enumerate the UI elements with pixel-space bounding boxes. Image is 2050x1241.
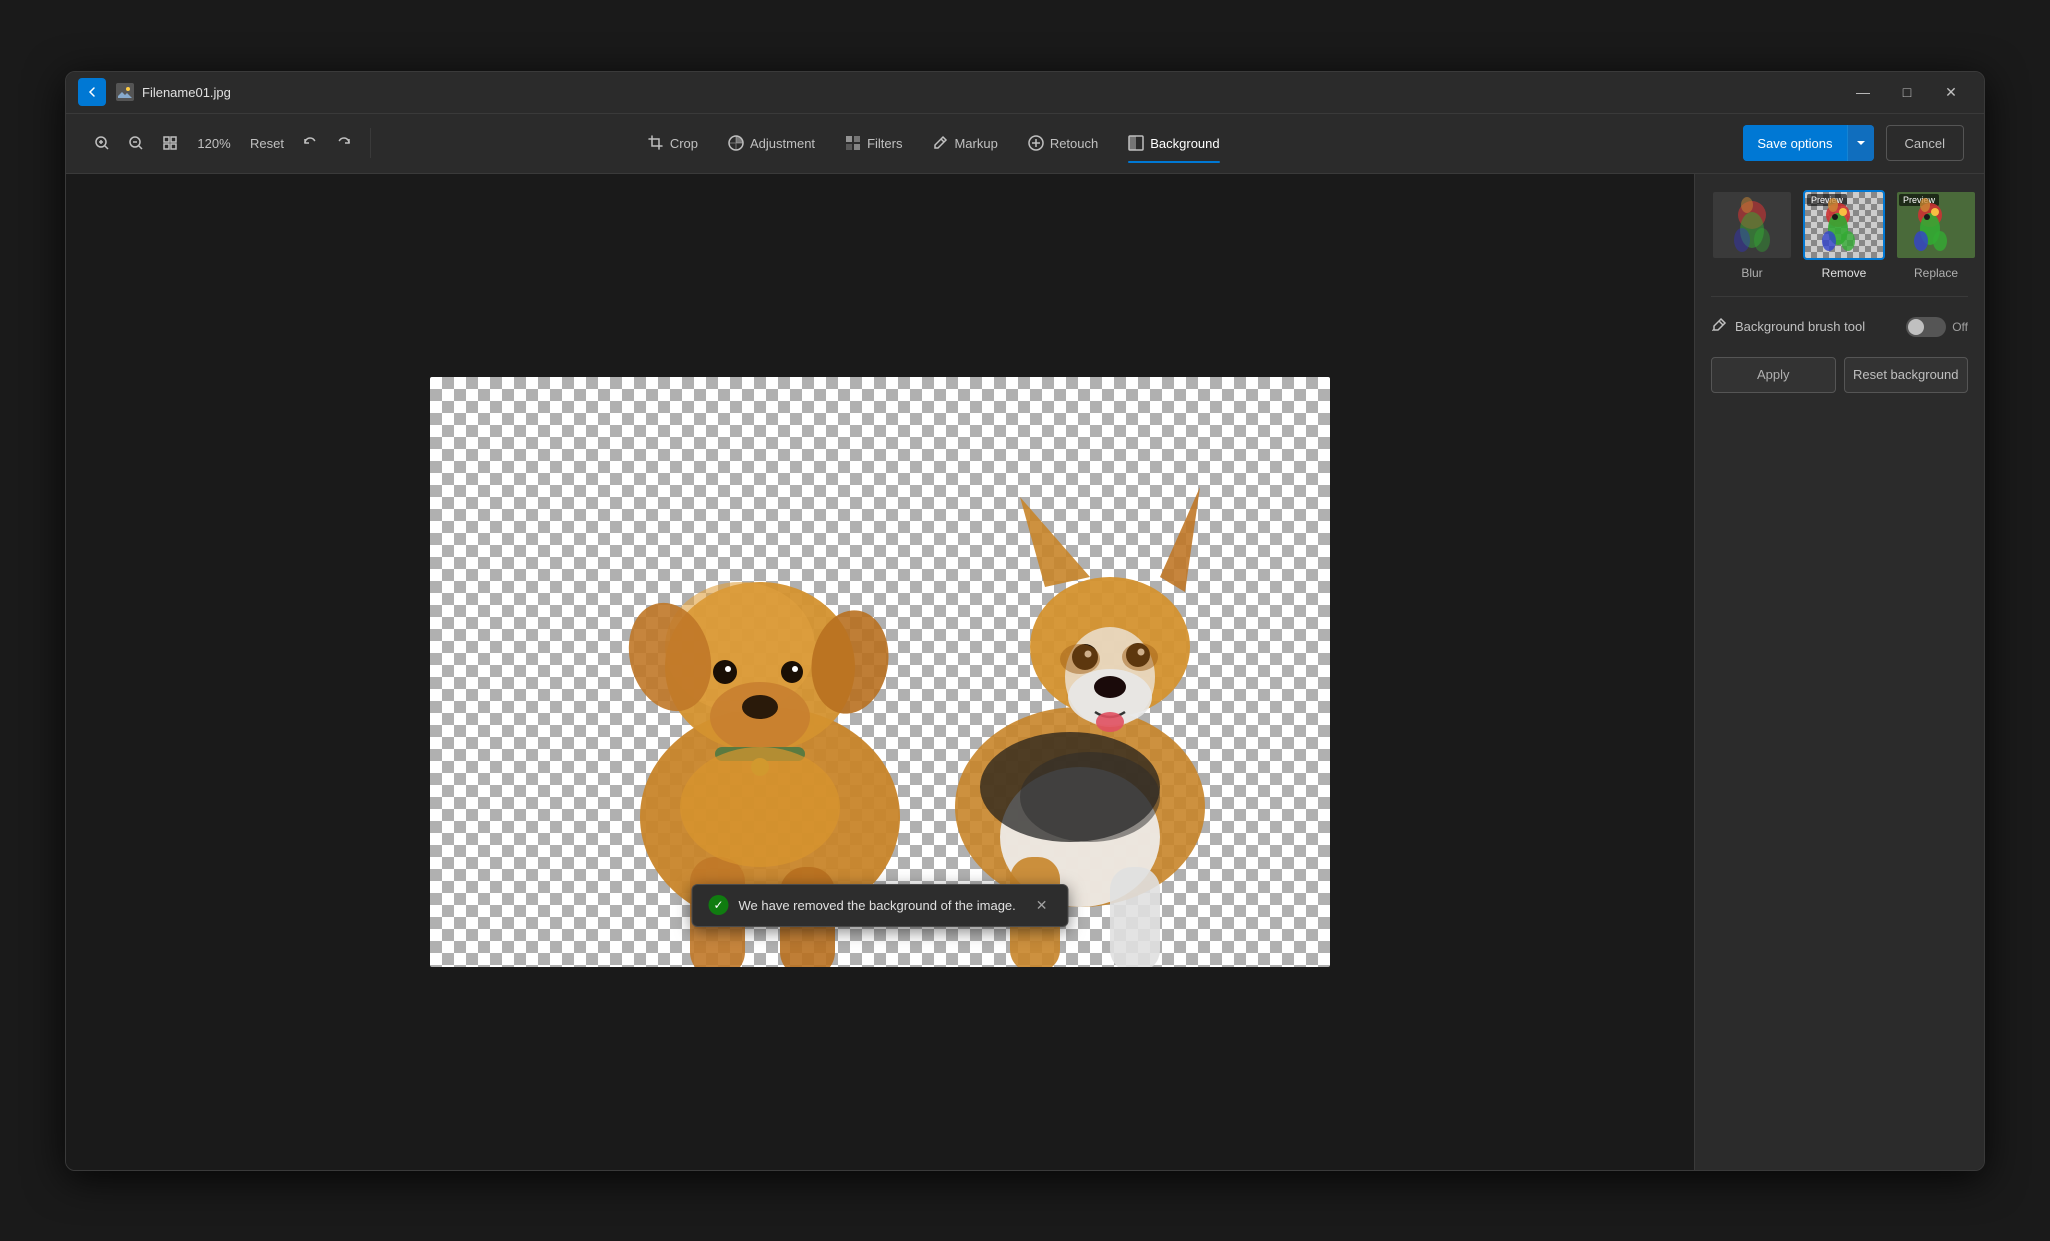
- adjustment-tool-button[interactable]: Adjustment: [714, 121, 829, 165]
- zoom-fit-icon: [162, 135, 178, 151]
- crop-tool-button[interactable]: Crop: [634, 121, 712, 165]
- minimize-button[interactable]: —: [1842, 77, 1884, 107]
- replace-label: Replace: [1914, 266, 1958, 280]
- dogs-image: [430, 377, 1330, 967]
- replace-parrot-icon: [1913, 197, 1963, 257]
- toast-notification: ✓ We have removed the background of the …: [692, 884, 1069, 927]
- title-bar: Filename01.jpg — □ ✕: [66, 72, 1984, 114]
- toolbar-separator-1: [370, 128, 371, 158]
- zoom-controls: 120% Reset: [86, 125, 360, 161]
- brush-tool-label: Background brush tool: [1735, 319, 1898, 334]
- retouch-icon: [1028, 135, 1044, 151]
- image-canvas[interactable]: ✓ We have removed the background of the …: [430, 377, 1330, 967]
- blur-thumbnail[interactable]: [1711, 190, 1793, 260]
- window-controls: — □ ✕: [1842, 77, 1972, 107]
- blur-label: Blur: [1741, 266, 1762, 280]
- adjustment-icon: [728, 135, 744, 151]
- blur-parrot-icon: [1727, 195, 1777, 255]
- blur-preview: [1713, 192, 1791, 258]
- paintbrush-icon: [1711, 317, 1727, 333]
- save-options-button-group: Save options: [1743, 125, 1873, 161]
- remove-thumbnail-item[interactable]: Preview Remove: [1803, 190, 1885, 280]
- retouch-tool-button[interactable]: Retouch: [1014, 121, 1112, 165]
- background-tool-button[interactable]: Background: [1114, 121, 1233, 165]
- save-options-dropdown-button[interactable]: [1847, 125, 1874, 161]
- panel-divider-1: [1711, 296, 1968, 297]
- remove-thumbnail[interactable]: Preview: [1803, 190, 1885, 260]
- canvas-area[interactable]: ✓ We have removed the background of the …: [66, 174, 1694, 1170]
- right-panel: Blur Preview: [1694, 174, 1984, 1170]
- brush-tool-row: Background brush tool Off: [1711, 313, 1968, 341]
- zoom-out-button[interactable]: [120, 125, 152, 161]
- back-button[interactable]: [78, 78, 106, 106]
- brush-tool-toggle[interactable]: Off: [1906, 317, 1968, 337]
- toast-check-icon: ✓: [709, 895, 729, 915]
- app-window: Filename01.jpg — □ ✕: [65, 71, 1985, 1171]
- brush-tool-icon: [1711, 317, 1727, 337]
- filters-icon: [845, 135, 861, 151]
- filename-title: Filename01.jpg: [142, 85, 1842, 100]
- nav-tools: Crop Adjustment Filters: [634, 121, 1234, 165]
- zoom-in-icon: [94, 135, 110, 151]
- reset-background-button[interactable]: Reset background: [1844, 357, 1969, 393]
- cancel-button[interactable]: Cancel: [1886, 125, 1964, 161]
- markup-tool-button[interactable]: Markup: [918, 121, 1011, 165]
- main-content: ✓ We have removed the background of the …: [66, 174, 1984, 1170]
- crop-icon: [648, 135, 664, 151]
- remove-parrot-icon: [1821, 197, 1871, 257]
- toggle-track[interactable]: [1906, 317, 1946, 337]
- file-icon: [116, 83, 134, 101]
- replace-thumbnail-item[interactable]: Preview Replace: [1895, 190, 1977, 280]
- preview-thumbnails: Blur Preview: [1711, 190, 1968, 280]
- zoom-out-icon: [128, 135, 144, 151]
- background-icon: [1128, 135, 1144, 151]
- toggle-state-label: Off: [1952, 320, 1968, 334]
- action-buttons: Apply Reset background: [1711, 357, 1968, 393]
- redo-button[interactable]: [328, 125, 360, 161]
- reset-button[interactable]: Reset: [242, 125, 292, 161]
- remove-preview: Preview: [1805, 192, 1883, 258]
- zoom-fit-button[interactable]: [154, 125, 186, 161]
- replace-preview: Preview: [1897, 192, 1975, 258]
- zoom-level: 120%: [188, 136, 240, 151]
- maximize-button[interactable]: □: [1886, 77, 1928, 107]
- toolbar: 120% Reset: [66, 114, 1984, 174]
- blur-thumbnail-item[interactable]: Blur: [1711, 190, 1793, 280]
- chevron-down-icon: [1856, 140, 1866, 146]
- replace-thumbnail[interactable]: Preview: [1895, 190, 1977, 260]
- zoom-in-button[interactable]: [86, 125, 118, 161]
- remove-label: Remove: [1822, 266, 1867, 280]
- close-button[interactable]: ✕: [1930, 77, 1972, 107]
- filters-tool-button[interactable]: Filters: [831, 121, 916, 165]
- undo-button[interactable]: [294, 125, 326, 161]
- markup-icon: [932, 135, 948, 151]
- toggle-thumb: [1908, 319, 1924, 335]
- apply-button[interactable]: Apply: [1711, 357, 1836, 393]
- toast-message: We have removed the background of the im…: [739, 898, 1016, 913]
- undo-icon: [302, 135, 318, 151]
- save-options-main-button[interactable]: Save options: [1743, 125, 1846, 161]
- redo-icon: [336, 135, 352, 151]
- toast-close-button[interactable]: ✕: [1032, 895, 1052, 916]
